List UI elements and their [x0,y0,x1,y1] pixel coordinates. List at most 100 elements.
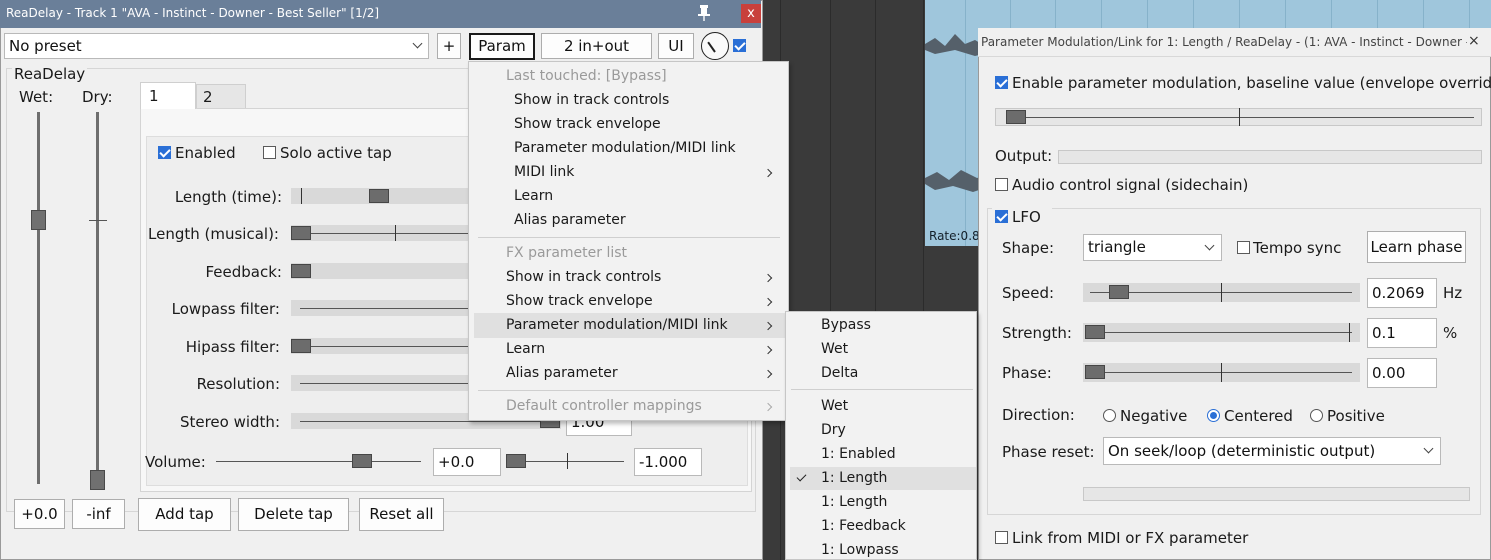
lfo-checkbox[interactable] [995,210,1008,223]
menu-item-show-track-controls[interactable]: Show in track controls [514,92,669,108]
pan-thumb[interactable] [506,454,526,468]
resolution-track [300,383,470,384]
ui-button[interactable]: UI [658,33,694,59]
preset-value: No preset [9,37,82,55]
lowpass-track [300,308,470,309]
submenu-item-dry[interactable]: Dry [821,422,846,438]
menu-item-default-controller-mappings: Default controller mappings [506,398,702,414]
chevron-down-icon [412,38,423,49]
speed-field[interactable]: 0.2069 [1367,278,1437,308]
preset-dropdown[interactable]: No preset [4,33,429,59]
pan-field[interactable]: -1.000 [634,448,702,476]
output-meter [1058,150,1482,164]
enabled-checkbox[interactable] [158,146,171,159]
link-midi-checkbox[interactable] [995,531,1008,544]
dry-slider[interactable] [96,112,99,484]
direction-positive-radio[interactable] [1310,409,1323,422]
menu-item-show-track-envelope[interactable]: Show track envelope [514,116,661,132]
direction-centered-label: Centered [1224,407,1293,425]
knob-needle [707,41,716,53]
submenu-item-bypass[interactable]: Bypass [821,317,871,333]
length-musical-thumb[interactable] [291,226,311,240]
menu-item-midi-link[interactable]: MIDI link [514,164,574,180]
wet-value-field[interactable]: +0.0 [14,499,65,529]
audio-control-label: Audio control signal (sidechain) [1012,176,1249,194]
hipass-thumb[interactable] [291,339,311,353]
submenu-item-length-time[interactable]: 1: Length [821,470,887,486]
length-time-thumb[interactable] [369,189,389,203]
baseline-center-marker [1239,108,1240,126]
submenu-item-lowpass[interactable]: 1: Lowpass [821,542,899,558]
submenu-item-feedback[interactable]: 1: Feedback [821,518,906,534]
add-preset-button[interactable]: + [437,33,461,59]
direction-label: Direction: [1002,406,1075,424]
submenu-item-wet-param[interactable]: Wet [821,398,848,414]
phase-field[interactable]: 0.00 [1367,358,1437,388]
length-musical-track [300,233,470,234]
phase-thumb[interactable] [1085,365,1105,379]
dry-wet-knob[interactable] [701,32,729,60]
submenu-item-wet[interactable]: Wet [821,341,848,357]
add-tap-button[interactable]: Add tap [138,498,231,531]
close-icon[interactable]: × [1468,33,1480,49]
close-button[interactable]: x [741,4,761,23]
wet-slider-thumb[interactable] [31,210,46,230]
output-label: Output: [995,147,1053,165]
strength-field[interactable]: 0.1 [1367,318,1437,348]
phase-reset-dropdown[interactable]: On seek/loop (deterministic output) [1103,437,1441,465]
wet-slider[interactable] [37,112,40,484]
io-button[interactable]: 2 in+out [541,33,652,59]
audio-control-checkbox[interactable] [995,178,1008,191]
pin-icon[interactable] [696,4,712,22]
submenu-item-length-musical[interactable]: 1: Length [821,494,887,510]
feedback-slider[interactable] [291,263,471,279]
strength-max-marker [1349,323,1350,342]
menu-item-list-show-track-envelope[interactable]: Show track envelope [506,293,653,309]
menu-item-learn[interactable]: Learn [514,188,553,204]
volume-slider[interactable] [216,461,421,462]
menu-item-param-modulation[interactable]: Parameter modulation/MIDI link [514,140,736,156]
direction-centered-radio[interactable] [1207,409,1220,422]
stereo-width-track [300,421,555,422]
menu-item-list-param-modulation[interactable]: Parameter modulation/MIDI link [506,317,728,333]
phase-center-marker [1221,363,1222,382]
readelay-title: ReaDelay - Track 1 "AVA - Instinct - Dow… [6,6,380,20]
tempo-sync-checkbox[interactable] [1237,241,1250,254]
volume-field[interactable]: +0.0 [433,448,501,476]
baseline-thumb[interactable] [1006,110,1027,124]
direction-negative-radio[interactable] [1103,409,1116,422]
menu-item-alias-parameter[interactable]: Alias parameter [514,212,626,228]
length-time-marker [301,188,302,204]
volume-thumb[interactable] [352,454,372,468]
menu-item-list-learn[interactable]: Learn [506,341,545,357]
tab-1[interactable]: 1 [140,82,196,109]
menu-item-list-alias-parameter[interactable]: Alias parameter [506,365,618,381]
strength-label: Strength: [1002,324,1072,342]
delete-tap-button[interactable]: Delete tap [238,498,349,531]
param-button[interactable]: Param [469,33,535,60]
lfo-output-meter [1083,487,1470,501]
submenu-item-enabled[interactable]: 1: Enabled [821,446,896,462]
feedback-thumb[interactable] [291,264,311,278]
group-label: ReaDelay [12,65,88,83]
tempo-sync-label: Tempo sync [1253,239,1342,257]
speed-center-marker [1221,283,1222,302]
wet-label: Wet: [19,88,54,106]
speed-thumb[interactable] [1109,285,1129,299]
volume-label: Volume: [145,453,206,471]
menu-item-list-show-track-controls[interactable]: Show in track controls [506,269,661,285]
shape-dropdown[interactable]: triangle [1083,234,1222,261]
enable-modulation-checkbox[interactable] [995,76,1008,89]
strength-thumb[interactable] [1085,325,1105,339]
learn-phase-button[interactable]: Learn phase [1367,231,1466,263]
menu-item-last-touched: Last touched: [Bypass] [506,68,667,84]
dry-slider-thumb[interactable] [90,470,105,490]
submenu-item-delta[interactable]: Delta [821,365,858,381]
fx-enable-checkbox[interactable] [733,39,746,52]
dry-value-field[interactable]: -inf [72,499,125,529]
tab-2[interactable]: 2 [196,84,246,108]
shape-label: Shape: [1002,239,1055,257]
reset-all-button[interactable]: Reset all [359,498,444,531]
solo-checkbox[interactable] [263,146,276,159]
speed-label: Speed: [1002,284,1055,302]
